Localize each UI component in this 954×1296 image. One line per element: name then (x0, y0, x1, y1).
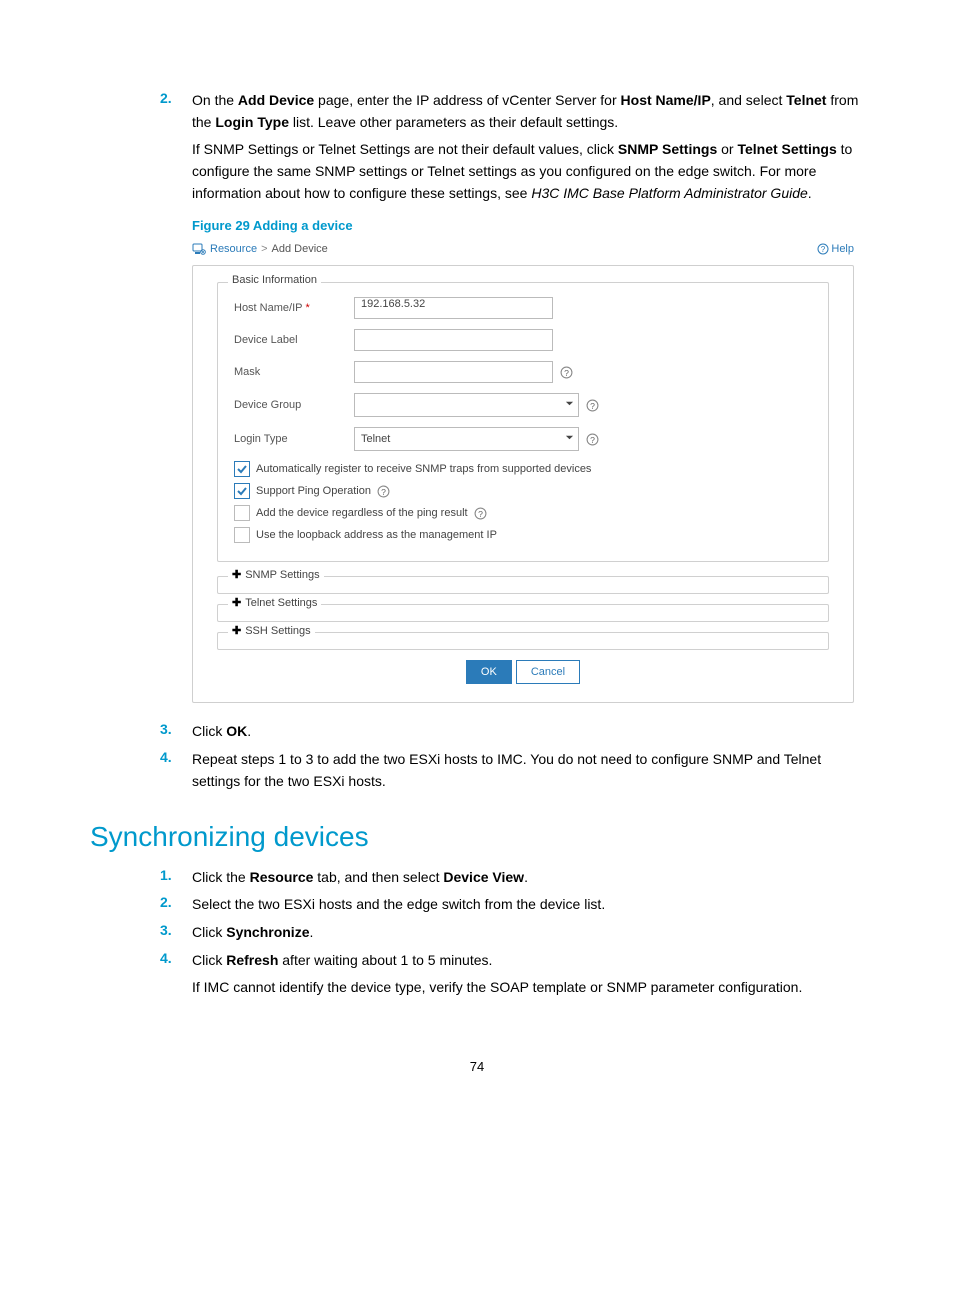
help-icon[interactable]: ? (585, 398, 599, 412)
help-label: Help (831, 243, 854, 255)
step-text: Select the two ESXi hosts and the edge s… (192, 894, 864, 916)
plus-icon: ✚ (232, 568, 241, 581)
step-text: Click the Resource tab, and then select … (192, 867, 864, 889)
step-number: 3. (160, 721, 192, 743)
step-text: Click Synchronize. (192, 922, 864, 944)
checkbox-icon (234, 505, 250, 521)
step-2: 2. On the Add Device page, enter the IP … (160, 90, 864, 133)
step-number: 4. (160, 749, 192, 792)
device-group-label: Device Group (234, 399, 354, 411)
checkbox-loopback[interactable]: Use the loopback address as the manageme… (234, 527, 812, 543)
svg-text:?: ? (590, 435, 595, 445)
sync-step-4: 4. Click Refresh after waiting about 1 t… (160, 950, 864, 972)
snmp-paragraph: If SNMP Settings or Telnet Settings are … (192, 139, 864, 204)
step-number: 3. (160, 922, 192, 944)
help-icon[interactable]: ? (559, 365, 573, 379)
plus-icon: ✚ (232, 624, 241, 637)
checkbox-support-ping[interactable]: Support Ping Operation ? (234, 483, 812, 499)
breadcrumb-separator: > (261, 243, 267, 255)
ssh-settings-section[interactable]: ✚SSH Settings (217, 632, 829, 650)
chevron-down-icon (565, 433, 574, 445)
snmp-settings-section[interactable]: ✚SNMP Settings (217, 576, 829, 594)
hostname-input[interactable]: 192.168.5.32 (354, 297, 553, 319)
step-4: 4. Repeat steps 1 to 3 to add the two ES… (160, 749, 864, 792)
help-link[interactable]: ? Help (817, 243, 854, 255)
page-number: 74 (90, 1059, 864, 1074)
svg-text:?: ? (590, 401, 595, 411)
form-panel: Basic Information Host Name/IP* 192.168.… (192, 265, 854, 703)
sync-step-2: 2. Select the two ESXi hosts and the edg… (160, 894, 864, 916)
figure-caption: Figure 29 Adding a device (192, 218, 864, 233)
ok-button[interactable]: OK (466, 660, 512, 684)
mask-input[interactable] (354, 361, 553, 383)
basic-information-fieldset: Basic Information Host Name/IP* 192.168.… (217, 282, 829, 562)
soap-paragraph: If IMC cannot identify the device type, … (192, 977, 864, 999)
checkbox-label: Use the loopback address as the manageme… (256, 529, 497, 541)
hostname-label: Host Name/IP* (234, 302, 354, 314)
login-type-select[interactable]: Telnet (354, 427, 579, 451)
svg-text:?: ? (382, 487, 387, 497)
step-text: On the Add Device page, enter the IP add… (192, 90, 864, 133)
svg-text:?: ? (821, 245, 826, 254)
section-heading-synchronizing: Synchronizing devices (90, 821, 864, 853)
plus-icon: ✚ (232, 596, 241, 609)
help-icon: ? (817, 243, 829, 255)
device-icon (192, 243, 206, 255)
sync-step-3: 3. Click Synchronize. (160, 922, 864, 944)
add-device-screenshot: Resource > Add Device ? Help Basic Infor… (192, 241, 854, 703)
cancel-button[interactable]: Cancel (516, 660, 580, 684)
telnet-settings-section[interactable]: ✚Telnet Settings (217, 604, 829, 622)
device-label-label: Device Label (234, 334, 354, 346)
help-icon[interactable]: ? (377, 484, 391, 498)
basic-info-legend: Basic Information (228, 274, 321, 286)
breadcrumb-root[interactable]: Resource (210, 243, 257, 255)
device-group-select[interactable] (354, 393, 579, 417)
checkbox-group: Automatically register to receive SNMP t… (234, 461, 812, 543)
steps-synchronizing: 1. Click the Resource tab, and then sele… (160, 867, 864, 972)
breadcrumb-current: Add Device (272, 243, 328, 255)
checkbox-label: Support Ping Operation (256, 485, 371, 497)
help-icon[interactable]: ? (585, 432, 599, 446)
checkbox-icon (234, 483, 250, 499)
help-icon[interactable]: ? (474, 506, 488, 520)
sync-step-1: 1. Click the Resource tab, and then sele… (160, 867, 864, 889)
step-text: Repeat steps 1 to 3 to add the two ESXi … (192, 749, 864, 792)
steps-after-figure: 3. Click OK. 4. Repeat steps 1 to 3 to a… (160, 721, 864, 792)
step-text: Click Refresh after waiting about 1 to 5… (192, 950, 864, 972)
svg-text:?: ? (564, 368, 569, 378)
checkbox-label: Add the device regardless of the ping re… (256, 507, 468, 519)
step-number: 1. (160, 867, 192, 889)
step-number: 4. (160, 950, 192, 972)
device-label-input[interactable] (354, 329, 553, 351)
breadcrumb: Resource > Add Device (192, 243, 328, 255)
checkbox-icon (234, 461, 250, 477)
checkbox-icon (234, 527, 250, 543)
checkbox-label: Automatically register to receive SNMP t… (256, 463, 591, 475)
step-number: 2. (160, 894, 192, 916)
checkbox-auto-register[interactable]: Automatically register to receive SNMP t… (234, 461, 812, 477)
step-3: 3. Click OK. (160, 721, 864, 743)
mask-label: Mask (234, 366, 354, 378)
steps-before-figure: 2. On the Add Device page, enter the IP … (160, 90, 864, 133)
chevron-down-icon (565, 399, 574, 411)
checkbox-add-regardless[interactable]: Add the device regardless of the ping re… (234, 505, 812, 521)
login-type-label: Login Type (234, 433, 354, 445)
step-text: Click OK. (192, 721, 864, 743)
svg-text:?: ? (478, 509, 483, 519)
step-number: 2. (160, 90, 192, 133)
